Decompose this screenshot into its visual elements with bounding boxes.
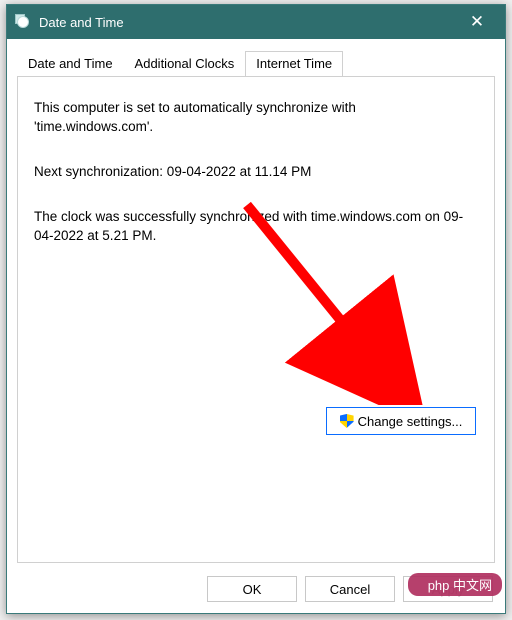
sync-info-text: This computer is set to automatically sy… — [34, 99, 474, 137]
tab-date-and-time[interactable]: Date and Time — [17, 51, 124, 76]
cancel-button[interactable]: Cancel — [305, 576, 395, 602]
tab-panel-internet-time: This computer is set to automatically sy… — [17, 76, 495, 563]
tab-strip: Date and Time Additional Clocks Internet… — [17, 51, 343, 76]
date-time-dialog: Date and Time ✕ Date and Time Additional… — [6, 4, 506, 614]
internet-time-content: This computer is set to automatically sy… — [18, 77, 494, 293]
next-sync-text: Next synchronization: 09-04-2022 at 11.1… — [34, 163, 474, 182]
uac-shield-icon — [340, 414, 354, 428]
client-area: Date and Time Additional Clocks Internet… — [7, 39, 505, 613]
close-icon: ✕ — [470, 12, 484, 32]
tab-internet-time[interactable]: Internet Time — [245, 51, 343, 76]
close-button[interactable]: ✕ — [455, 7, 499, 37]
window-title: Date and Time — [39, 15, 124, 30]
watermark-badge: php 中文网 — [408, 573, 502, 596]
tab-additional-clocks[interactable]: Additional Clocks — [124, 51, 246, 76]
last-sync-text: The clock was successfully synchronized … — [34, 208, 474, 246]
date-time-icon — [15, 14, 31, 30]
change-settings-label: Change settings... — [358, 414, 463, 429]
change-settings-button[interactable]: Change settings... — [326, 407, 476, 435]
ok-button[interactable]: OK — [207, 576, 297, 602]
titlebar: Date and Time ✕ — [7, 5, 505, 39]
